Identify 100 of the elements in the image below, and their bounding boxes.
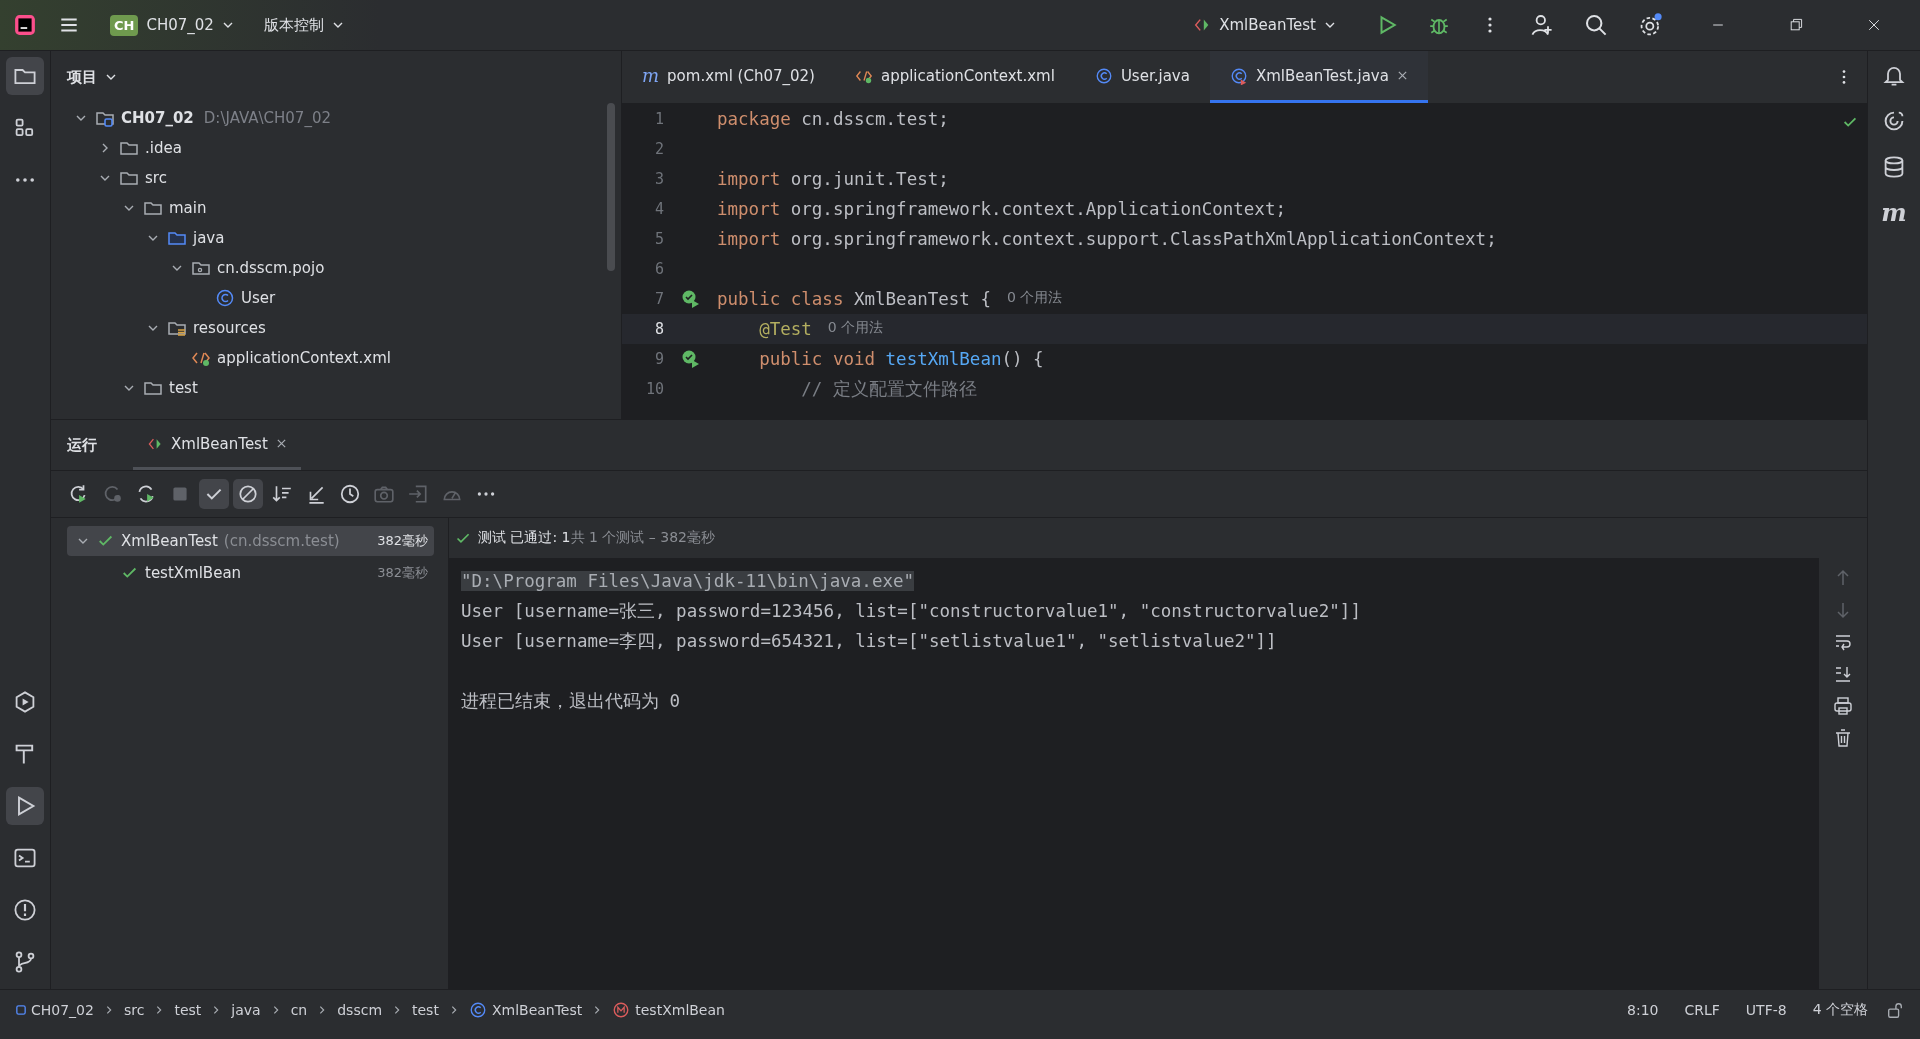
method-icon: [612, 1001, 631, 1019]
line-number: 3: [653, 170, 664, 188]
indent-setting[interactable]: 4 个空格: [1812, 1001, 1868, 1019]
tree-item[interactable]: java: [193, 229, 225, 247]
tree-item[interactable]: test: [169, 379, 198, 397]
database-icon[interactable]: [1882, 155, 1906, 179]
vcs-menu[interactable]: 版本控制: [255, 11, 352, 39]
code-keyword: package: [717, 109, 792, 129]
run-icon[interactable]: [6, 787, 44, 825]
breadcrumb[interactable]: java: [231, 1002, 261, 1018]
app-logo-icon[interactable]: [14, 14, 36, 36]
tree-item[interactable]: resources: [193, 319, 266, 337]
close-icon[interactable]: [275, 438, 287, 449]
run-configuration-selector[interactable]: XmlBeanTest: [1185, 12, 1344, 38]
code-comment: // 定义配置文件路径: [800, 378, 977, 401]
line-number: 4: [653, 200, 664, 218]
test-duration: 382毫秒: [377, 532, 428, 550]
breadcrumb[interactable]: test: [174, 1002, 202, 1018]
tree-item[interactable]: main: [169, 199, 207, 217]
close-icon[interactable]: [1866, 17, 1882, 33]
code-keyword: public void: [758, 349, 877, 369]
code-text: () {: [1001, 349, 1044, 369]
add-user-icon[interactable]: [1530, 13, 1554, 37]
code-text: org.springframework.context.support.ClassPathXmlApplicationContext;: [790, 229, 1497, 249]
tree-item[interactable]: CH07_02: [121, 109, 194, 127]
scrollbar[interactable]: [607, 103, 615, 271]
test-name: XmlBeanTest: [121, 532, 218, 550]
code-text: XmlBeanTest {: [853, 289, 991, 309]
project-path: D:\JAVA\CH07_02: [203, 109, 331, 127]
run-tab[interactable]: XmlBeanTest: [133, 420, 301, 470]
test-class-icon: [1229, 66, 1248, 85]
line-number: 7: [653, 290, 664, 308]
line-number: 9: [653, 350, 664, 368]
console-output-line: User [username=李四, password=654321, list=["setlistvalue1", "setlistvalue2"]]: [461, 630, 1277, 653]
line-number: 1: [653, 110, 664, 128]
lock-icon[interactable]: [1886, 1001, 1904, 1019]
code-annotation: @Test: [758, 319, 812, 339]
code-keyword: import: [717, 169, 782, 189]
ignored-icon[interactable]: [233, 479, 263, 509]
panel-title[interactable]: 项目: [67, 67, 97, 87]
breadcrumb[interactable]: cn: [290, 1002, 308, 1018]
maven-icon[interactable]: m: [1881, 201, 1907, 225]
breadcrumb[interactable]: testXmlBean: [612, 1001, 725, 1019]
tree-item[interactable]: User: [241, 289, 276, 307]
wrap-icon[interactable]: [1833, 632, 1853, 652]
line-number: 8: [653, 320, 664, 338]
test-name: testXmlBean: [145, 564, 242, 582]
breadcrumb[interactable]: src: [123, 1002, 145, 1018]
editor-tab[interactable]: User.java: [1074, 51, 1210, 103]
code-text: org.junit.Test;: [790, 169, 949, 189]
usage-hint: 0 个用法: [827, 319, 884, 337]
class-icon: [468, 1001, 487, 1019]
breadcrumb[interactable]: XmlBeanTest: [468, 1001, 583, 1019]
test-tree-row[interactable]: testXmlBean 382毫秒: [67, 558, 434, 588]
code-keyword: public class: [717, 289, 845, 309]
breadcrumb[interactable]: CH07_02: [16, 1002, 94, 1018]
test-tree-row[interactable]: XmlBeanTest (cn.dsscm.test) 382毫秒: [67, 526, 434, 556]
breadcrumb[interactable]: dsscm: [337, 1002, 382, 1018]
code-method-name: testXmlBean: [885, 349, 1002, 369]
line-number: 2: [653, 140, 664, 158]
tree-item[interactable]: cn.dsscm.pojo: [217, 259, 325, 277]
search-icon[interactable]: [1584, 13, 1608, 37]
class-icon: [215, 288, 235, 308]
trash-icon[interactable]: [1833, 728, 1853, 748]
editor-tab[interactable]: m pom.xml (Ch07_02): [622, 51, 835, 103]
editor-tab[interactable]: applicationContext.xml: [834, 51, 1075, 103]
breadcrumb[interactable]: test: [412, 1002, 439, 1018]
maven-icon: m: [642, 65, 660, 86]
test-summary: 共 1 个测试 – 382毫秒: [570, 529, 715, 547]
module-icon: [16, 1005, 26, 1015]
restore-icon[interactable]: [1788, 17, 1804, 33]
class-icon: [1094, 66, 1113, 85]
folder-icon[interactable]: [6, 57, 44, 95]
settings-icon[interactable]: [1638, 12, 1664, 38]
panel-title[interactable]: 运行: [67, 435, 97, 455]
editor-tab[interactable]: XmlBeanTest.java: [1209, 51, 1428, 103]
scroll-end-icon[interactable]: [1833, 664, 1853, 684]
chevron-right-icon: [392, 1005, 402, 1015]
run-test-passed-icon[interactable]: [680, 349, 701, 369]
spiral-icon[interactable]: [1882, 109, 1906, 133]
code-text: cn.dsscm.test;: [801, 109, 949, 129]
code-text: org.springframework.context.ApplicationContext;: [790, 199, 1286, 219]
caret-position[interactable]: 8:10: [1627, 1002, 1659, 1018]
tree-item[interactable]: .idea: [145, 139, 182, 157]
tree-item[interactable]: src: [145, 169, 167, 187]
line-separator[interactable]: CRLF: [1684, 1002, 1720, 1018]
tree-item[interactable]: applicationContext.xml: [217, 349, 391, 367]
check-icon[interactable]: [199, 479, 229, 509]
project-selector[interactable]: CH CH07_02: [102, 10, 242, 40]
console-output-line: User [username=张三, password=123456, list=["constructorvalue1", "constructorvalue2"]]: [461, 600, 1361, 623]
line-number: 5: [653, 230, 664, 248]
print-icon[interactable]: [1833, 696, 1853, 716]
test-package: (cn.dsscm.test): [223, 532, 340, 550]
test-duration: 382毫秒: [377, 564, 428, 582]
usage-hint: 0 个用法: [1006, 289, 1063, 307]
run-test-passed-icon[interactable]: [680, 289, 701, 309]
test-status: 测试 已通过: 1: [478, 529, 571, 547]
file-encoding[interactable]: UTF-8: [1745, 1002, 1787, 1018]
close-icon[interactable]: [1396, 70, 1408, 81]
code-keyword: import: [717, 229, 782, 249]
